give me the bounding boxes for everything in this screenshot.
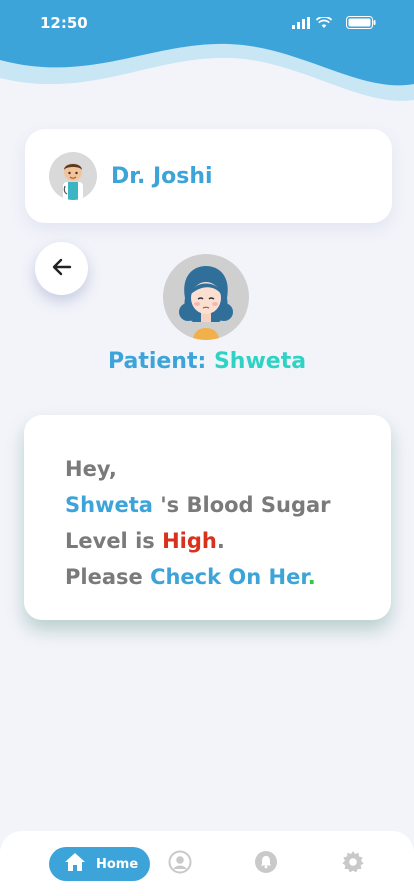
wifi-icon	[316, 16, 332, 29]
alert-line-3: Level is High.	[65, 523, 391, 559]
alert-level-prefix: Level is	[65, 529, 163, 553]
alert-action-prefix: Please	[65, 565, 151, 589]
back-button[interactable]	[35, 242, 88, 295]
patient-avatar	[163, 254, 249, 340]
signal-icon	[292, 16, 310, 29]
gear-icon	[341, 850, 365, 878]
alert-blood-sugar-text: 's Blood Sugar	[152, 493, 331, 517]
alert-card: Hey, Shweta 's Blood Sugar Level is High…	[24, 415, 391, 620]
nav-profile-button[interactable]	[167, 850, 193, 878]
alert-line-2: Shweta 's Blood Sugar	[65, 487, 391, 523]
doctor-name: Dr. Joshi	[111, 163, 213, 189]
nav-notifications-button[interactable]	[253, 851, 279, 877]
battery-icon	[346, 16, 376, 29]
arrow-left-icon	[52, 258, 72, 280]
doctor-avatar	[49, 152, 97, 200]
patient-label: Patient: Shweta	[0, 349, 414, 374]
status-icons	[292, 16, 376, 29]
patient-name: Shweta	[213, 349, 307, 374]
bottom-nav: Home	[0, 831, 414, 896]
alert-level-suffix: .	[216, 529, 225, 553]
patient-label-prefix: Patient:	[107, 349, 214, 374]
alert-action: Check On Her	[150, 565, 308, 589]
alert-level-value: High	[162, 529, 217, 553]
alert-line-4: Please Check On Her.	[65, 559, 391, 595]
alert-greeting: Hey,	[65, 457, 117, 481]
status-time: 12:50	[40, 14, 88, 32]
doctor-card: Dr. Joshi	[25, 129, 392, 223]
alert-patient-name: Shweta	[65, 493, 153, 517]
profile-icon	[168, 850, 192, 878]
bell-icon	[254, 850, 278, 878]
status-bar: 12:50	[0, 0, 414, 48]
nav-settings-button[interactable]	[340, 851, 366, 877]
alert-action-suffix: .	[307, 565, 316, 589]
nav-home-button[interactable]: Home	[49, 847, 150, 881]
nav-home-label: Home	[96, 856, 139, 872]
home-icon	[64, 852, 86, 876]
